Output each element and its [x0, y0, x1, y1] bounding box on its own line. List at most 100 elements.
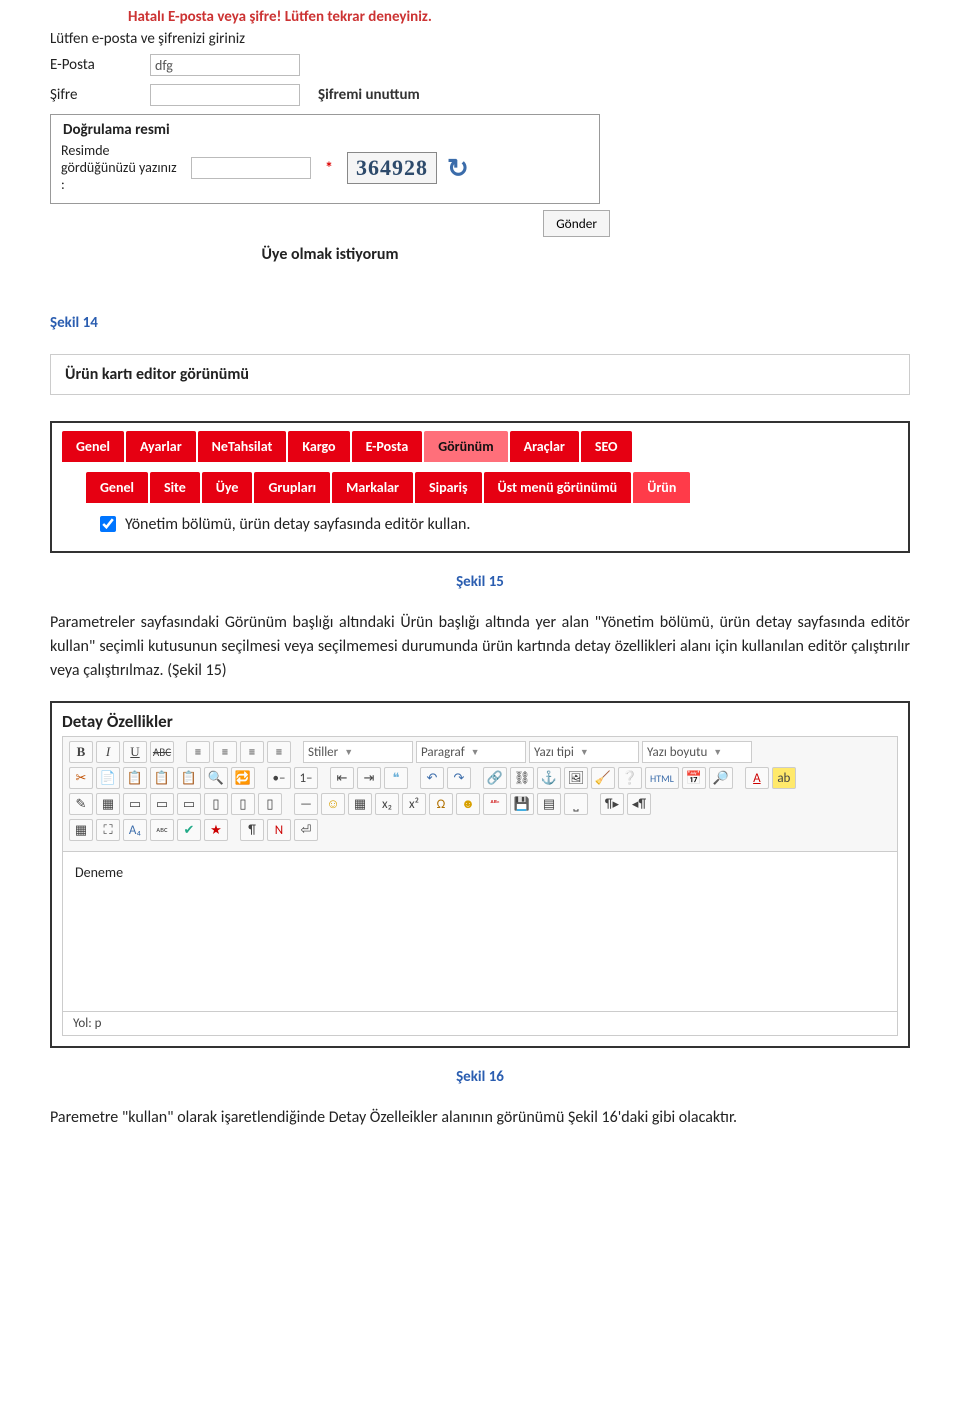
bold-button[interactable]: B: [69, 741, 93, 763]
replace-button[interactable]: 🔁: [231, 767, 255, 789]
backcolor-button[interactable]: ab: [772, 767, 796, 789]
small-button[interactable]: ᴀʙᴄ: [150, 819, 174, 841]
login-prompt: Lütfen e-posta ve şifrenizi giriniz: [50, 30, 910, 48]
font-select[interactable]: Yazı tipi▼: [529, 741, 639, 763]
blockquote-button[interactable]: ❝: [384, 767, 408, 789]
cut-button[interactable]: ✂: [69, 767, 93, 789]
figure-16-caption: Şekil 16: [50, 1068, 910, 1086]
forgot-password-link[interactable]: Şifremi unuttum: [318, 86, 420, 104]
editor-content-area[interactable]: Deneme: [62, 852, 898, 1012]
captcha-input[interactable]: [191, 157, 311, 179]
captcha-label: Resimde gördüğünüzü yazınız :: [61, 143, 181, 193]
signup-link[interactable]: Üye olmak istiyorum: [50, 245, 610, 264]
emoticon-button[interactable]: ☺: [321, 793, 345, 815]
tab-gorunum[interactable]: Görünüm: [424, 431, 507, 462]
find-button[interactable]: 🔍: [204, 767, 228, 789]
delete-col-button[interactable]: ▯: [258, 793, 282, 815]
email-label: E-Posta: [50, 56, 150, 74]
editor-use-checkbox[interactable]: [100, 516, 116, 532]
redo-button[interactable]: ↷: [447, 767, 471, 789]
layer2-button[interactable]: ▦: [69, 819, 93, 841]
hr-button[interactable]: —: [294, 793, 318, 815]
media-button[interactable]: ▦: [348, 793, 372, 815]
ltr-button[interactable]: ¶▸: [600, 793, 624, 815]
refresh-icon[interactable]: ↻: [447, 152, 469, 184]
table-button[interactable]: ▦: [96, 793, 120, 815]
style-select[interactable]: Stiller▼: [303, 741, 413, 763]
unlink-button[interactable]: ⛓: [510, 767, 534, 789]
tab-araclar[interactable]: Araçlar: [510, 431, 579, 462]
image-button[interactable]: 🖼: [564, 767, 588, 789]
subtab-ust-menu[interactable]: Üst menü görünümü: [484, 472, 632, 503]
col-before-button[interactable]: ▯: [204, 793, 228, 815]
row-before-button[interactable]: ▭: [123, 793, 147, 815]
subtab-siparis[interactable]: Sipariş: [415, 472, 481, 503]
tabs-figure: Genel Ayarlar NeTahsilat Kargo E-Posta G…: [50, 421, 910, 553]
strike-button[interactable]: ABC: [150, 741, 174, 763]
outdent-button[interactable]: ⇤: [330, 767, 354, 789]
help-button[interactable]: ❔: [618, 767, 642, 789]
col-after-button[interactable]: ▯: [231, 793, 255, 815]
html-button[interactable]: HTML: [645, 767, 679, 789]
password-field[interactable]: [150, 84, 300, 106]
cleanup-button[interactable]: 🧹: [591, 767, 615, 789]
fullscreen-button[interactable]: ⛶: [96, 819, 120, 841]
delete-row-button[interactable]: ▭: [177, 793, 201, 815]
ns-button[interactable]: N: [267, 819, 291, 841]
tab-netahsilat[interactable]: NeTahsilat: [198, 431, 287, 462]
tab-eposta[interactable]: E-Posta: [352, 431, 423, 462]
bullet-list-button[interactable]: •–: [267, 767, 291, 789]
subscript-button[interactable]: x₂: [375, 793, 399, 815]
figure-14-caption: Şekil 14: [50, 314, 910, 332]
format-select[interactable]: Paragraf▼: [416, 741, 526, 763]
link-button[interactable]: 🔗: [483, 767, 507, 789]
subtab-uye[interactable]: Üye: [202, 472, 253, 503]
layer-button[interactable]: ▤: [537, 793, 561, 815]
pilcrow-button[interactable]: ¶: [240, 819, 264, 841]
undo-button[interactable]: ↶: [420, 767, 444, 789]
charmap-button[interactable]: Ω: [429, 793, 453, 815]
spell2-button[interactable]: ✔: [177, 819, 201, 841]
preview-button[interactable]: 🔎: [709, 767, 733, 789]
italic-button[interactable]: I: [96, 741, 120, 763]
break-button[interactable]: ⏎: [294, 819, 318, 841]
spellcheck-button[interactable]: ᴬᴮᶜ: [483, 793, 507, 815]
submit-button[interactable]: Gönder: [543, 210, 610, 237]
copy-button[interactable]: 📄: [96, 767, 120, 789]
number-list-button[interactable]: 1–: [294, 767, 318, 789]
align-right-button[interactable]: ≡: [240, 741, 264, 763]
top-tab-row: Genel Ayarlar NeTahsilat Kargo E-Posta G…: [62, 431, 898, 462]
tab-ayarlar[interactable]: Ayarlar: [126, 431, 196, 462]
subtab-urun[interactable]: Ürün: [633, 472, 690, 503]
underline-button[interactable]: U: [123, 741, 147, 763]
align-left-button[interactable]: ≡: [186, 741, 210, 763]
superscript-button[interactable]: x²: [402, 793, 426, 815]
indent-button[interactable]: ⇥: [357, 767, 381, 789]
subtab-site[interactable]: Site: [150, 472, 200, 503]
paste-button[interactable]: 📋: [123, 767, 147, 789]
email-field[interactable]: [150, 54, 300, 76]
subtab-markalar[interactable]: Markalar: [332, 472, 413, 503]
align-justify-button[interactable]: ≡: [267, 741, 291, 763]
anchor-button[interactable]: ⚓: [537, 767, 561, 789]
date-button[interactable]: 📅: [682, 767, 706, 789]
subtab-gruplari[interactable]: Grupları: [254, 472, 330, 503]
save-button[interactable]: 💾: [510, 793, 534, 815]
star-button[interactable]: ★: [204, 819, 228, 841]
tab-genel[interactable]: Genel: [62, 431, 124, 462]
emote2-button[interactable]: ☻: [456, 793, 480, 815]
paste-text-button[interactable]: 📋: [150, 767, 174, 789]
fontsize-select[interactable]: Yazı boyutu▼: [642, 741, 752, 763]
paste-word-button[interactable]: 📋: [177, 767, 201, 789]
row-after-button[interactable]: ▭: [150, 793, 174, 815]
nbsp-button[interactable]: ⎵: [564, 793, 588, 815]
align-center-button[interactable]: ≡: [213, 741, 237, 763]
subtab-genel[interactable]: Genel: [86, 472, 148, 503]
rtl-button[interactable]: ◂¶: [627, 793, 651, 815]
tab-kargo[interactable]: Kargo: [288, 431, 349, 462]
forecolor-button[interactable]: A: [745, 767, 769, 789]
edit-button[interactable]: ✎: [69, 793, 93, 815]
editor-use-label: Yönetim bölümü, ürün detay sayfasında ed…: [125, 515, 470, 534]
tab-seo[interactable]: SEO: [581, 431, 632, 462]
aa-button[interactable]: A₄: [123, 819, 147, 841]
